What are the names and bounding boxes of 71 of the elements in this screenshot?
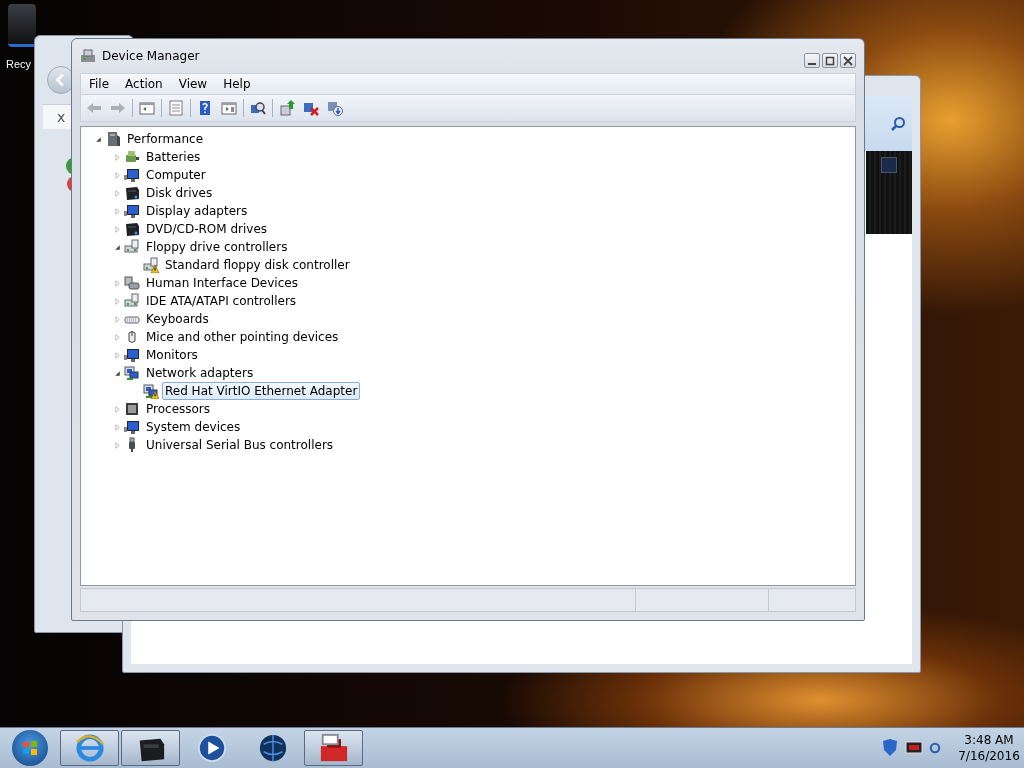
maximize-icon: [825, 55, 835, 66]
tree-item[interactable]: System devices: [143, 418, 244, 436]
menu-item[interactable]: Action: [117, 77, 171, 91]
controller-card-icon: [124, 293, 140, 309]
globe-icon: [257, 733, 288, 763]
toolbox-icon: [318, 733, 349, 763]
menu-item[interactable]: View: [170, 77, 216, 91]
tree-item[interactable]: Network adapters: [143, 364, 257, 382]
disable-device-icon: [327, 100, 343, 116]
clock[interactable]: 3:48 AM 7/16/2016: [954, 732, 1024, 764]
play-icon: [196, 733, 227, 763]
tree-item[interactable]: DVD/CD-ROM drives: [143, 220, 271, 238]
tree-item[interactable]: Keyboards: [143, 310, 212, 328]
properties-button[interactable]: [166, 98, 186, 118]
back-arrow-icon: [86, 100, 102, 116]
processor-icon: [124, 401, 140, 417]
maximize-button[interactable]: [822, 53, 838, 68]
monitor-icon: [124, 167, 140, 183]
minimize-icon: [808, 62, 816, 65]
tree-item[interactable]: Universal Serial Bus controllers: [143, 436, 337, 454]
browser-icon: [74, 733, 105, 763]
search-icon[interactable]: [890, 115, 906, 132]
help-icon: [197, 100, 213, 116]
properties-icon: [168, 100, 184, 116]
tree-item[interactable]: Computer: [143, 166, 209, 184]
drive-icon: [124, 221, 140, 237]
tree-item[interactable]: Monitors: [143, 346, 201, 364]
scan-hardware-icon: [250, 100, 266, 116]
battery-icon: [124, 149, 140, 165]
monitor-icon: [124, 347, 140, 363]
tree-item[interactable]: Red Hat VirtIO Ethernet Adapter: [162, 382, 361, 400]
taskbar-button[interactable]: [121, 730, 180, 766]
menu-item[interactable]: File: [81, 77, 118, 91]
computer-icon: [105, 131, 121, 147]
desktop-icon[interactable]: [8, 4, 36, 47]
device-manager-icon: [80, 48, 96, 64]
tree-item[interactable]: Batteries: [143, 148, 204, 166]
clock-time: 3:48 AM: [964, 732, 1014, 748]
thumbnail: [881, 157, 897, 173]
monitor-icon: [124, 419, 140, 435]
taskbar-button[interactable]: [304, 730, 363, 766]
network-adapter-icon: [124, 365, 140, 381]
update-driver-icon: [279, 100, 295, 116]
action-pane-icon: [221, 100, 237, 116]
uninstall-icon: [303, 100, 319, 116]
drive-icon: [124, 185, 140, 201]
forward-arrow-icon: [110, 100, 126, 116]
desktop-icon-label: Recy: [6, 58, 32, 70]
tree-item[interactable]: Performance: [124, 130, 207, 148]
menu-item[interactable]: Help: [215, 77, 259, 91]
monitor-icon: [124, 203, 140, 219]
clock-date: 7/16/2016: [958, 748, 1020, 764]
close-icon: [843, 55, 853, 66]
close-tab-button[interactable]: x: [57, 109, 66, 125]
start-button[interactable]: [12, 730, 48, 766]
close-button[interactable]: [840, 53, 856, 68]
minimize-button[interactable]: [804, 53, 820, 68]
input-device-icon: [124, 275, 140, 291]
tree-item[interactable]: Processors: [143, 400, 214, 418]
tree-item[interactable]: Human Interface Devices: [143, 274, 301, 292]
tree-item[interactable]: Floppy drive controllers: [143, 238, 291, 256]
window-title: Device Manager: [102, 49, 200, 63]
update-driver-button[interactable]: [277, 98, 297, 118]
tree-item[interactable]: Disk drives: [143, 184, 216, 202]
controller-card-icon: [124, 239, 140, 255]
start-logo-icon: [22, 740, 38, 756]
tree-pane-icon: [139, 100, 155, 116]
tree-item[interactable]: Display adapters: [143, 202, 251, 220]
tree-item[interactable]: Standard floppy disk controller: [162, 256, 353, 274]
tree-item[interactable]: Mice and other pointing devices: [143, 328, 342, 346]
tree-item[interactable]: IDE ATA/ATAPI controllers: [143, 292, 300, 310]
